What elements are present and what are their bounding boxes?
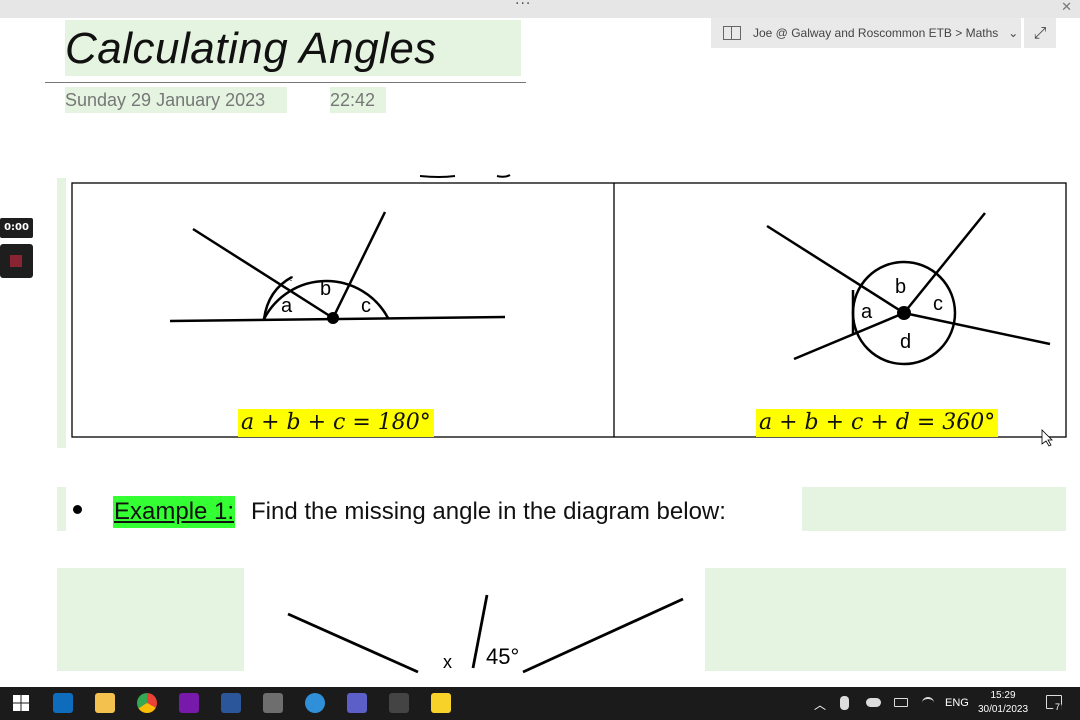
edge-icon[interactable]: [305, 693, 325, 713]
angle-label-a: a: [281, 295, 293, 317]
battery-icon[interactable]: [894, 698, 908, 707]
example-instruction: Find the missing angle in the diagram be…: [251, 498, 726, 525]
example-angle-45: 45°: [486, 644, 519, 669]
phone-link-icon[interactable]: [389, 693, 409, 713]
outlook-icon[interactable]: [53, 693, 73, 713]
angle-diagrams: a b c a b c d x 45°: [71, 174, 1067, 674]
diagram-table-border: [71, 182, 1067, 438]
sticky-notes-icon[interactable]: [431, 693, 451, 713]
chevron-up-icon[interactable]: ︿: [814, 696, 826, 713]
angle-label-b: b: [895, 276, 906, 298]
bullet-point: [73, 505, 82, 514]
notification-count: 7: [1053, 702, 1063, 712]
angle-label-a: a: [861, 301, 873, 323]
angle-label-b: b: [320, 278, 331, 300]
mouse-cursor: [1041, 429, 1053, 447]
onedrive-icon[interactable]: [866, 698, 881, 707]
example-label: Example 1:: [113, 496, 236, 528]
onenote-icon[interactable]: [179, 693, 199, 713]
windows-taskbar: ︿ ENG 15:29 30/01/2023 7: [0, 687, 1080, 720]
teams-icon[interactable]: [347, 693, 367, 713]
word-icon[interactable]: [221, 693, 241, 713]
windows-start-icon[interactable]: [11, 693, 31, 713]
microphone-icon[interactable]: [840, 696, 849, 710]
clock-date: 30/01/2023: [977, 704, 1029, 715]
system-clock[interactable]: 15:29 30/01/2023: [975, 689, 1031, 717]
file-explorer-icon[interactable]: [95, 693, 115, 713]
example-angle-x: x: [443, 652, 452, 672]
angle-label-c: c: [361, 295, 371, 317]
wifi-icon[interactable]: [922, 697, 934, 709]
straight-line-angles-diagram: a b c: [169, 211, 506, 324]
clock-time: 15:29: [990, 690, 1016, 701]
formula-straight-line: a + b + c = 180°: [238, 409, 434, 437]
angle-label-c: c: [933, 293, 943, 315]
chrome-icon[interactable]: [137, 693, 157, 713]
language-indicator[interactable]: ENG: [945, 697, 969, 709]
angle-label-d: d: [900, 331, 911, 353]
full-turn-angles-diagram: a b c d: [766, 212, 1051, 366]
example-angle-diagram: x 45°: [287, 594, 684, 674]
calculator-icon[interactable]: [263, 693, 283, 713]
formula-full-turn: a + b + c + d = 360°: [756, 409, 999, 437]
